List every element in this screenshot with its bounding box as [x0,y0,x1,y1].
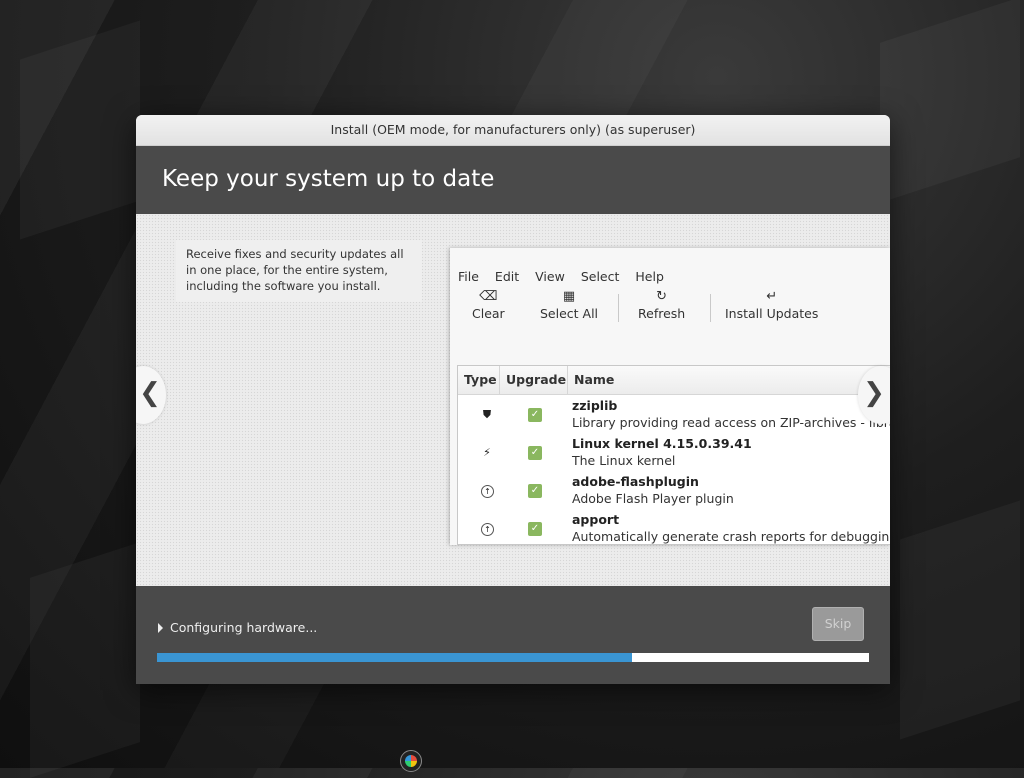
table-row: ↑ ✓ adobe-flashplugin Adobe Flash Player… [458,471,890,509]
tray-icon[interactable] [400,750,422,772]
color-wheel-icon [405,755,417,767]
page-title: Keep your system up to date [136,146,890,214]
checkbox-icon: ✓ [528,446,542,460]
table-row: ⛊ ✓ zziplib Library providing read acces… [458,395,890,433]
package-name: apport [572,512,620,527]
mock-clear-label: Clear [472,306,505,321]
package-description: Adobe Flash Player plugin [572,491,734,506]
menu-help: Help [635,269,664,284]
package-description: Automatically generate crash reports for… [572,529,890,544]
installer-window: Install (OEM mode, for manufacturers onl… [136,115,890,684]
status-area[interactable]: Configuring hardware... [158,620,317,635]
package-name: zziplib [572,398,618,413]
menu-view: View [535,269,565,284]
background-tile [880,0,1020,203]
background-tile [30,542,140,778]
toolbar-separator [618,294,619,322]
clear-icon: ⌫ [479,289,498,304]
toolbar-separator [710,294,711,322]
shield-icon: ⛊ [482,408,492,421]
mock-install-updates-button: ↵ Install Updates [725,288,818,321]
slideshow: Receive fixes and security updates all i… [136,214,890,586]
table-header: Type Upgrade Name [458,366,890,395]
checkbox-icon: ✓ [528,408,542,422]
menu-file: File [458,269,479,284]
table-row: ↑ ✓ apport Automatically generate crash … [458,509,890,545]
package-name: adobe-flashplugin [572,474,699,489]
slide-description: Receive fixes and security updates all i… [176,240,422,302]
column-type: Type [458,366,500,394]
mock-select-all-label: Select All [540,306,599,321]
progress-bar [157,653,869,662]
menu-edit: Edit [494,269,520,284]
upgrade-arrow-icon: ↑ [481,485,494,498]
status-text: Configuring hardware... [170,620,318,635]
package-table: Type Upgrade Name ⛊ ✓ zziplib Library pr… [457,365,890,545]
background-tile [20,20,140,240]
mock-select-all-button: ▦ Select All [540,288,598,321]
mock-clear-button: ⌫ Clear [472,288,505,321]
mock-install-updates-label: Install Updates [725,306,819,321]
mock-menubar: File Edit View Select Help [450,248,890,286]
update-manager-screenshot: File Edit View Select Help ⌫ Clear ▦ Sel… [450,248,890,545]
checkbox-icon: ✓ [528,484,542,498]
select-all-icon: ▦ [562,289,576,304]
package-name: Linux kernel 4.15.0.39.41 [572,436,752,451]
expand-triangle-icon[interactable] [158,623,163,633]
menu-select: Select [580,269,620,284]
skip-button[interactable]: Skip [812,607,864,641]
refresh-icon: ↻ [656,289,668,304]
column-upgrade: Upgrade [500,366,568,394]
window-title: Install (OEM mode, for manufacturers onl… [136,115,890,146]
footer: Configuring hardware... Skip [136,586,890,684]
table-row: ⚡ ✓ Linux kernel 4.15.0.39.41 The Linux … [458,433,890,471]
upgrade-arrow-icon: ↑ [481,523,494,536]
mock-toolbar: ⌫ Clear ▦ Select All ↻ Refresh ↵ Install… [450,286,890,328]
package-description: The Linux kernel [572,453,676,468]
checkbox-icon: ✓ [528,522,542,536]
package-description: Library providing read access on ZIP-arc… [572,415,890,430]
column-name: Name [574,372,615,387]
background-tile [900,500,1020,740]
kernel-bolt-icon: ⚡ [483,446,491,459]
previous-slide-button[interactable]: ❮ [136,366,166,424]
progress-fill [157,653,632,662]
mock-refresh-button: ↻ Refresh [638,288,685,321]
mock-refresh-label: Refresh [638,306,686,321]
install-icon: ↵ [766,289,778,304]
